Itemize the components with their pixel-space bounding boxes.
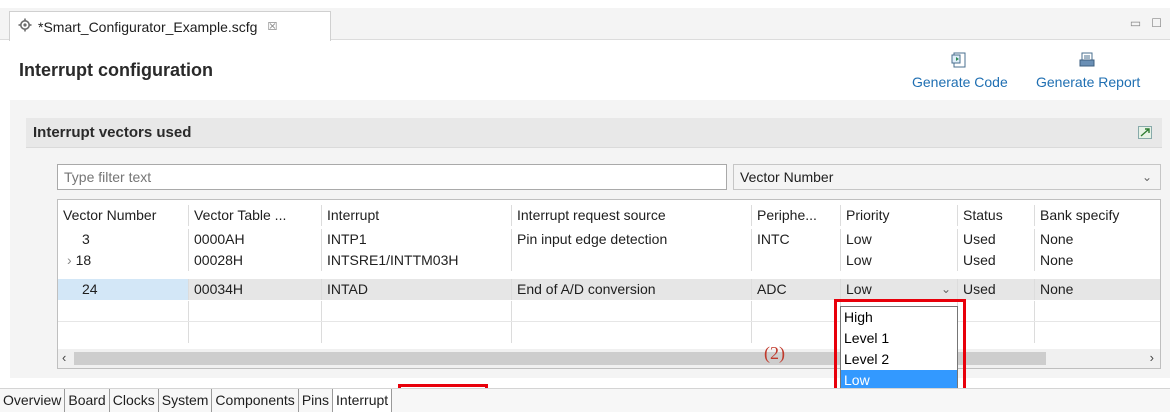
horizontal-scrollbar[interactable]: ‹ › (58, 349, 1160, 368)
empty-cell (958, 301, 1035, 321)
gear-icon (18, 18, 32, 35)
empty-cell (512, 322, 752, 343)
empty-cell (189, 301, 322, 321)
request-source-cell (512, 250, 752, 271)
peripheral-cell (752, 250, 841, 271)
empty-cell (322, 322, 512, 343)
generate-report-label: Generate Report (1036, 74, 1141, 90)
tab-components[interactable]: Components (212, 389, 299, 412)
close-tab-icon[interactable]: ☒ (267, 20, 277, 33)
code-icon (951, 52, 969, 68)
vector-number-cell: › 18 (58, 250, 189, 271)
tab-clocks[interactable]: Clocks (109, 389, 159, 412)
vector-number-cell: 24 (58, 279, 189, 300)
column-header[interactable]: Vector Number (58, 205, 189, 226)
priority-cell[interactable]: Low (841, 250, 958, 271)
column-header[interactable]: Priority (841, 205, 958, 226)
vector-table-cell: 00028H (189, 250, 322, 271)
annotation-label: (2) (764, 343, 785, 363)
dropdown-highlight-box (834, 299, 966, 402)
priority-cell[interactable]: Low (841, 229, 958, 250)
chevron-down-icon: ⌄ (1141, 170, 1152, 184)
column-header[interactable]: Interrupt (322, 205, 512, 226)
request-source-cell: End of A/D conversion (512, 279, 752, 300)
empty-cell (752, 322, 841, 343)
window-controls: ▭ ☐ (1130, 16, 1162, 30)
column-header[interactable]: Bank specify (1035, 205, 1160, 226)
request-source-cell: Pin input edge detection (512, 229, 752, 250)
empty-cell (1035, 322, 1160, 343)
tab-interrupt[interactable]: Interrupt (333, 389, 393, 412)
scroll-right-icon[interactable]: › (1150, 350, 1154, 365)
filter-input[interactable] (57, 164, 727, 190)
priority-combo-value: Low (846, 281, 872, 297)
bank-cell[interactable]: None (1035, 229, 1160, 250)
maximize-icon[interactable]: ☐ (1151, 16, 1162, 30)
tab-board[interactable]: Board (65, 389, 110, 412)
section-header: Interrupt vectors used (26, 118, 1162, 148)
column-header[interactable]: Interrupt request source (512, 205, 752, 226)
editor-tab-strip: *Smart_Configurator_Example.scfg ☒ ▭ ☐ (0, 8, 1170, 41)
section-title: Interrupt vectors used (33, 124, 192, 141)
interrupt-cell: INTAD (322, 279, 512, 300)
status-cell: Used (958, 279, 1035, 300)
status-cell: Used (958, 229, 1035, 250)
page-title: Interrupt configuration (19, 60, 213, 80)
interrupt-cell: INTP1 (322, 229, 512, 250)
page-tabs: Overview Board Clocks System Components … (0, 388, 1170, 412)
empty-cell (1035, 301, 1160, 321)
table-row-selected[interactable]: 24 00034H INTAD End of A/D conversion AD… (58, 279, 1160, 300)
empty-cell (58, 301, 189, 321)
generate-code-button[interactable]: Generate Code (912, 52, 1008, 90)
table-row[interactable]: › 18 00028H INTSRE1/INTTM03H Low Used No… (58, 250, 1160, 271)
column-header[interactable]: Vector Table ... (189, 205, 322, 226)
sort-by-select[interactable]: Vector Number ⌄ (733, 164, 1161, 190)
tab-system[interactable]: System (158, 389, 213, 412)
expand-chevron-icon[interactable]: › (67, 252, 72, 268)
vector-table-cell: 0000AH (189, 229, 322, 250)
empty-cell (752, 301, 841, 321)
priority-combo[interactable]: Low ⌄ (841, 279, 958, 300)
maximize-section-icon[interactable] (1138, 126, 1152, 139)
bank-cell[interactable]: None (1035, 250, 1160, 271)
table-row-empty (58, 322, 1160, 343)
vector-number-cell: 3 (58, 229, 189, 250)
vector-number-value: 18 (75, 252, 92, 268)
table-header: Vector Number Vector Table ... Interrupt… (58, 205, 1160, 226)
interrupt-vectors-table: Vector Number Vector Table ... Interrupt… (57, 199, 1161, 369)
column-header[interactable]: Status (958, 205, 1035, 226)
empty-cell (189, 322, 322, 343)
tab-overview[interactable]: Overview (0, 389, 66, 412)
scroll-left-icon[interactable]: ‹ (62, 350, 66, 365)
tab-pins[interactable]: Pins (298, 389, 334, 412)
sort-by-value: Vector Number (740, 169, 834, 185)
minimize-icon[interactable]: ▭ (1130, 16, 1141, 30)
editor-tab[interactable]: *Smart_Configurator_Example.scfg ☒ (9, 11, 331, 41)
empty-cell (958, 322, 1035, 343)
bank-cell[interactable]: None (1035, 279, 1160, 300)
generate-code-label: Generate Code (912, 74, 1008, 90)
report-icon (1079, 52, 1097, 68)
chevron-down-icon: ⌄ (940, 282, 951, 296)
table-row-empty (58, 301, 1160, 322)
vector-table-cell: 00034H (189, 279, 322, 300)
empty-cell (322, 301, 512, 321)
table-row[interactable]: 3 0000AH INTP1 Pin input edge detection … (58, 229, 1160, 250)
column-header[interactable]: Periphe... (752, 205, 841, 226)
peripheral-cell: INTC (752, 229, 841, 250)
peripheral-cell: ADC (752, 279, 841, 300)
empty-cell (512, 301, 752, 321)
status-cell: Used (958, 250, 1035, 271)
interrupt-cell: INTSRE1/INTTM03H (322, 250, 512, 271)
generate-report-button[interactable]: Generate Report (1036, 52, 1140, 90)
editor-tab-title: *Smart_Configurator_Example.scfg (38, 18, 258, 35)
empty-cell (58, 322, 189, 343)
